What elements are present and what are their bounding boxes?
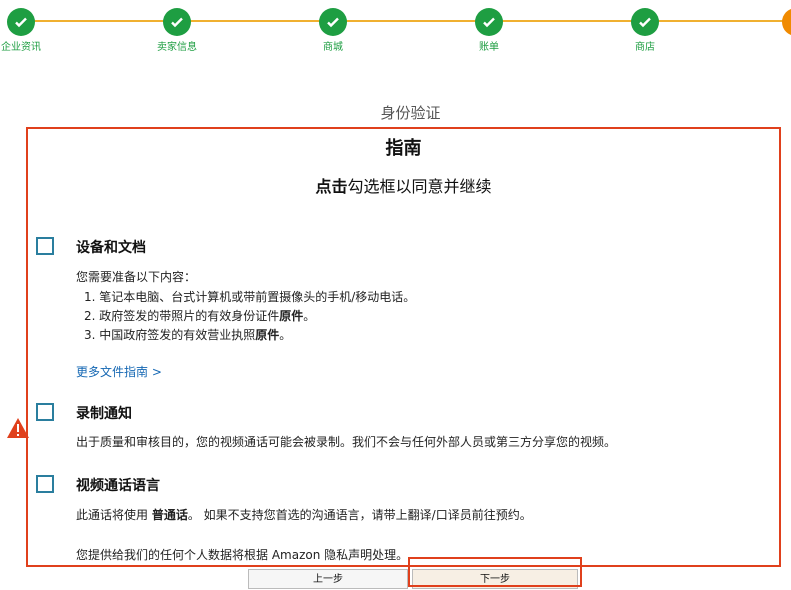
devices-item-3: 3. 中国政府签发的有效营业执照原件。: [84, 326, 291, 343]
language-checkbox[interactable]: [36, 475, 54, 493]
step-label-2: 卖家信息: [157, 42, 197, 53]
step-5-check-icon: [631, 8, 659, 36]
step-2-check-icon: [163, 8, 191, 36]
devices-item-3-bold: 原件: [255, 328, 280, 342]
next-button-highlight: [408, 557, 582, 587]
progress-stepper: 企业资讯 卖家信息 商城 账单 商店: [0, 0, 791, 60]
language-text-prefix: 此通话将使用: [76, 508, 152, 522]
devices-item-2: 2. 政府签发的带照片的有效身份证件原件。: [84, 307, 315, 324]
guide-heading: 指南: [385, 138, 422, 159]
recording-checkbox[interactable]: [36, 403, 54, 421]
language-text: 此通话将使用 普通话。 如果不支持您首选的沟通语言，请带上翻译/口译员前往预约。: [76, 506, 532, 523]
language-title: 视频通话语言: [76, 478, 160, 494]
warning-icon: [7, 418, 29, 438]
step-label-5: 商店: [635, 42, 655, 53]
guide-subtitle: 点击勾选框以同意并继续: [28, 173, 779, 197]
more-documents-link[interactable]: 更多文件指南 >: [76, 363, 162, 380]
section-title: 身份验证: [380, 104, 441, 122]
step-4-check-icon: [475, 8, 503, 36]
guide-subtitle-text: 勾选框以同意并继续: [347, 177, 492, 196]
devices-item-3-text: 3. 中国政府签发的有效营业执照: [84, 328, 256, 342]
language-text-bold: 普通话: [151, 508, 188, 522]
recording-title: 录制通知: [76, 406, 132, 422]
step-label-3: 商城: [323, 42, 343, 53]
devices-item-1: 1. 笔记本电脑、台式计算机或带前置摄像头的手机/移动电话。: [84, 290, 416, 304]
devices-item-2-bold: 原件: [279, 309, 304, 323]
step-1-check-icon: [7, 8, 35, 36]
step-current-icon: [782, 8, 791, 36]
guide-subtitle-bold: 点击: [315, 177, 348, 196]
stepper-line: [20, 20, 791, 22]
step-3-check-icon: [319, 8, 347, 36]
privacy-notice: 您提供给我们的任何个人数据将根据 Amazon 隐私声明处理。: [76, 548, 409, 562]
prev-button[interactable]: 上一步: [248, 569, 408, 589]
guide-panel: 指南 点击勾选框以同意并继续 设备和文档 您需要准备以下内容： 1. 笔记本电脑…: [26, 127, 781, 567]
devices-item-2-text: 2. 政府签发的带照片的有效身份证件: [84, 309, 280, 323]
language-text-suffix: 。 如果不支持您首选的沟通语言，请带上翻译/口译员前往预约。: [187, 508, 532, 522]
devices-item-3-suffix: 。: [279, 328, 292, 342]
devices-checkbox[interactable]: [36, 237, 54, 255]
recording-text: 出于质量和审核目的，您的视频通话可能会被录制。我们不会与任何外部人员或第三方分享…: [76, 435, 617, 449]
step-label-4: 账单: [479, 42, 499, 53]
devices-title: 设备和文档: [76, 240, 146, 256]
devices-intro: 您需要准备以下内容：: [76, 270, 197, 284]
step-label-1: 企业资讯: [1, 42, 41, 53]
devices-item-2-suffix: 。: [303, 309, 316, 323]
